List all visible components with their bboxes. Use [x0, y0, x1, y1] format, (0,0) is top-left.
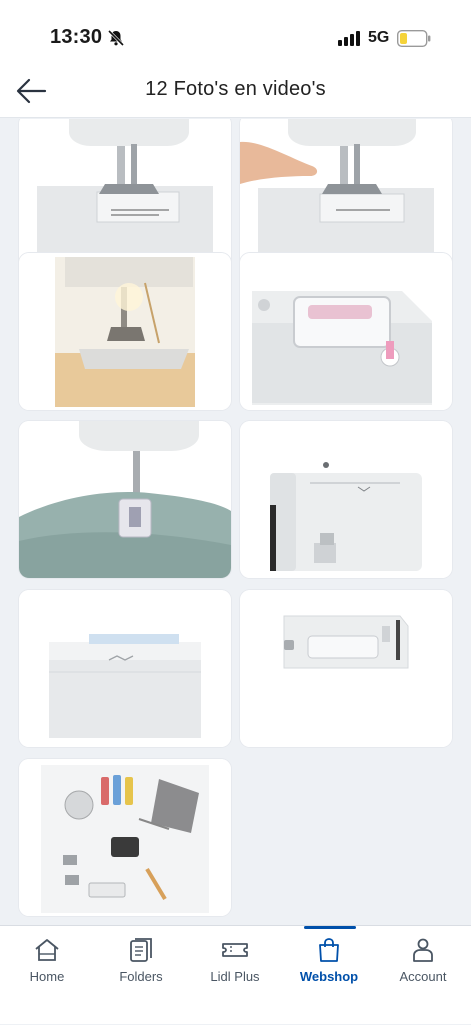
tab-label-folders: Folders [119, 969, 163, 984]
folders-icon [130, 938, 152, 962]
photo-side-panel[interactable] [240, 421, 452, 578]
shopping-bag-icon [319, 938, 339, 962]
status-bar: 13:30 5G [0, 0, 471, 64]
status-network: 5G [368, 29, 390, 46]
home-icon [35, 939, 59, 961]
bottom-tab-bar: Home Folders Lidl Plus Webshop Account [0, 925, 471, 1024]
ticket-icon [222, 943, 248, 957]
tab-home[interactable]: Home [0, 926, 94, 1025]
photo-finger-at-presser-foot[interactable] [240, 119, 452, 271]
tab-folders[interactable]: Folders [94, 926, 188, 1025]
tab-label-home: Home [29, 969, 65, 984]
bell-muted-icon [107, 29, 125, 47]
battery-icon [397, 30, 431, 47]
photo-presser-foot-closeup[interactable] [19, 119, 231, 271]
tab-label-webshop: Webshop [299, 969, 359, 984]
tab-label-lidl-plus: Lidl Plus [210, 969, 260, 984]
page-title: 12 Foto's en video's [145, 78, 326, 100]
account-icon [413, 938, 433, 962]
status-time: 13:30 [50, 26, 103, 48]
photo-top-cover[interactable] [19, 590, 231, 747]
signal-icon [338, 31, 360, 46]
photo-machine-back[interactable] [240, 590, 452, 747]
tab-lidl-plus[interactable]: Lidl Plus [188, 926, 282, 1025]
tab-webshop[interactable]: Webshop [282, 926, 376, 1025]
photo-sewing-fabric[interactable] [19, 421, 231, 578]
photo-lit-needle-plate[interactable] [19, 253, 231, 410]
header: 12 Foto's en video's [0, 64, 471, 118]
photo-top-view-handle-thread[interactable] [240, 253, 452, 410]
tab-label-account: Account [399, 969, 447, 984]
photo-gallery[interactable] [0, 119, 471, 925]
tab-account[interactable]: Account [376, 926, 470, 1025]
photo-accessories-set[interactable] [19, 759, 231, 916]
